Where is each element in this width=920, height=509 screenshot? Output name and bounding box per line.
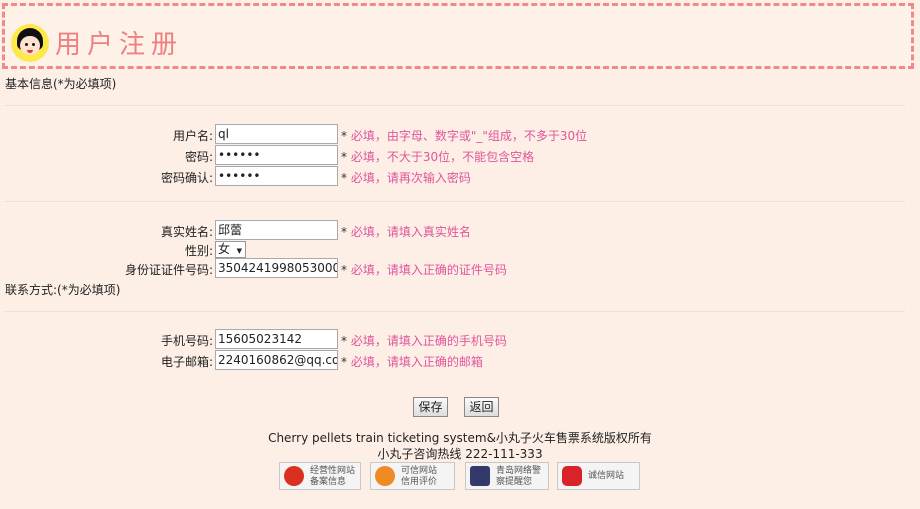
username-input[interactable]: ql: [215, 124, 338, 144]
idnumber-label: 身份证证件号码:: [124, 263, 213, 277]
badge-filing-info[interactable]: 经营性网站 备案信息: [279, 462, 361, 490]
chevron-down-icon: ▼: [236, 247, 242, 255]
realname-label: 真实姓名:: [160, 225, 213, 239]
username-row: 用户名: ql * 必填，由字母、数字或"_"组成，不多于30位: [0, 124, 920, 144]
required-mark: *: [341, 263, 351, 277]
avatar: [11, 24, 49, 62]
hotline-text: 小丸子咨询热线 222-111-333: [377, 447, 543, 461]
required-mark: *: [341, 334, 351, 348]
shield-icon: [284, 466, 304, 486]
section-basic-label: 基本信息(*为必填项): [5, 77, 117, 91]
email-row: 电子邮箱: 2240160862@qq.com * 必填，请填入正确的邮箱: [0, 350, 920, 370]
badge-credit-site[interactable]: 诚信网站: [557, 462, 640, 490]
password-row: 密码: •••••• * 必填，不大于30位，不能包含空格: [0, 145, 920, 165]
phone-hint: * 必填，请填入正确的手机号码: [341, 332, 507, 349]
gender-label: 性别:: [184, 244, 213, 258]
password-confirm-hint-text: 必填，请再次输入密码: [350, 171, 471, 185]
divider: [5, 311, 905, 312]
back-button[interactable]: 返回: [464, 397, 499, 417]
required-mark: *: [341, 150, 351, 164]
divider: [5, 201, 905, 202]
required-mark: *: [341, 171, 351, 185]
email-hint: * 必填，请填入正确的邮箱: [341, 353, 483, 370]
realname-hint-text: 必填，请填入真实姓名: [350, 225, 471, 239]
phone-hint-text: 必填，请填入正确的手机号码: [350, 334, 507, 348]
page-header: 用户注册: [2, 3, 914, 69]
phone-label: 手机号码:: [160, 334, 213, 348]
page-title: 用户注册: [55, 30, 184, 60]
trust-icon: [375, 466, 395, 486]
password-hint: * 必填，不大于30位，不能包含空格: [341, 148, 534, 165]
password-confirm-row: 密码确认: •••••• * 必填，请再次输入密码: [0, 166, 920, 186]
realname-hint: * 必填，请填入真实姓名: [341, 223, 471, 240]
realname-input[interactable]: 邱蕾: [215, 220, 338, 240]
idnumber-hint-text: 必填，请填入正确的证件号码: [350, 263, 507, 277]
email-hint-text: 必填，请填入正确的邮箱: [350, 355, 483, 369]
badge-label: 青岛网络警 察提醒您: [496, 466, 542, 487]
idnumber-input[interactable]: 350424199805300000: [215, 258, 338, 278]
realname-row: 真实姓名: 邱蕾 * 必填，请填入真实姓名: [0, 220, 920, 240]
phone-input[interactable]: 15605023142: [215, 329, 338, 349]
idnumber-row: 身份证证件号码: 350424199805300000 * 必填，请填入正确的证…: [0, 258, 920, 278]
copyright-text: Cherry pellets train ticketing system&小丸…: [268, 431, 652, 445]
save-button[interactable]: 保存: [413, 397, 448, 417]
gender-row: 性别: 女 ▼: [0, 240, 920, 260]
username-hint-text: 必填，由字母、数字或"_"组成，不多于30位: [350, 129, 588, 143]
email-label: 电子邮箱:: [160, 355, 213, 369]
email-input[interactable]: 2240160862@qq.com: [215, 350, 338, 370]
section-contact-label: 联系方式:(*为必填项): [5, 283, 121, 297]
password-confirm-input[interactable]: ••••••: [215, 166, 338, 186]
password-label: 密码:: [184, 150, 213, 164]
password-hint-text: 必填，不大于30位，不能包含空格: [350, 150, 535, 164]
badge-label: 诚信网站: [588, 471, 625, 481]
badge-police-notice[interactable]: 青岛网络警 察提醒您: [465, 462, 549, 490]
required-mark: *: [341, 355, 351, 369]
idnumber-hint: * 必填，请填入正确的证件号码: [341, 261, 507, 278]
password-input[interactable]: ••••••: [215, 145, 338, 165]
badge-label: 经营性网站 备案信息: [310, 466, 356, 487]
gender-select-value: 女: [218, 242, 231, 256]
phone-row: 手机号码: 15605023142 * 必填，请填入正确的手机号码: [0, 329, 920, 349]
gender-select[interactable]: 女 ▼: [215, 241, 246, 258]
badge-trusted-site[interactable]: 可信网站 信用评价: [370, 462, 455, 490]
divider: [5, 105, 905, 106]
password-confirm-label: 密码确认:: [160, 171, 213, 185]
required-mark: *: [341, 129, 351, 143]
password-confirm-hint: * 必填，请再次输入密码: [341, 169, 471, 186]
badge-label: 可信网站 信用评价: [401, 466, 438, 487]
username-label: 用户名:: [172, 129, 213, 143]
credit-icon: [562, 466, 582, 486]
police-icon: [470, 466, 490, 486]
username-hint: * 必填，由字母、数字或"_"组成，不多于30位: [341, 127, 587, 144]
required-mark: *: [341, 225, 351, 239]
